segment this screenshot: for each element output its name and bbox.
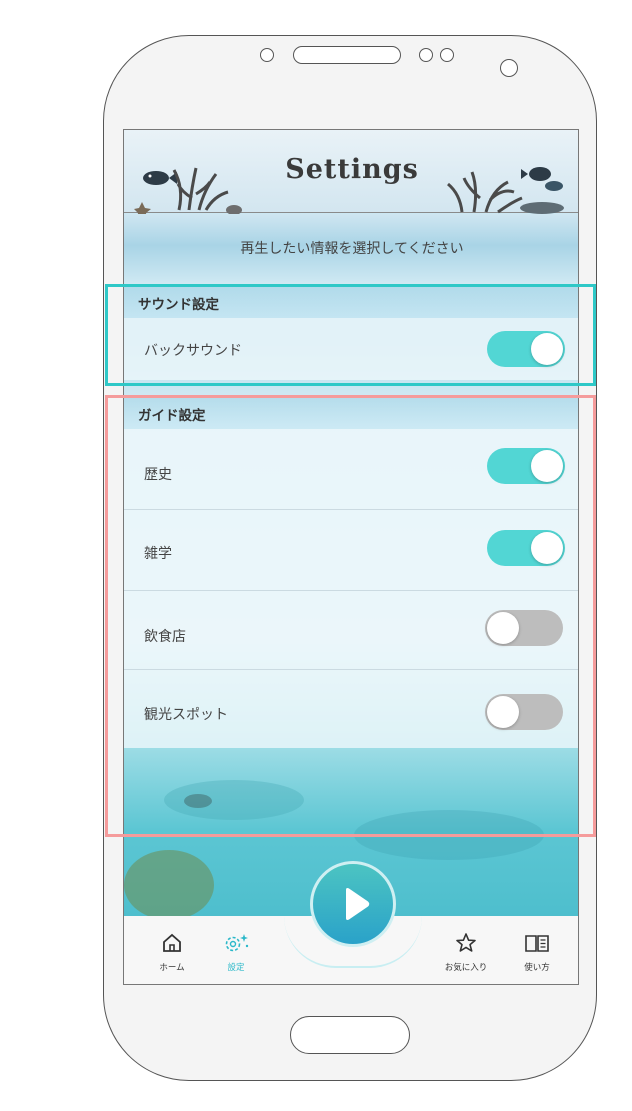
instruction-text: 再生したい情報を選択してください [240,241,464,257]
phone-camera [500,59,518,77]
tab-favorites[interactable]: お気に入り [436,931,496,973]
tab-home[interactable]: ホーム [142,931,202,973]
tab-settings[interactable]: 設定 [206,931,266,973]
star-icon [456,933,476,952]
coral-fish-decoration-icon [447,167,564,214]
phone-sensor [260,48,274,62]
header: Settings [124,130,578,214]
phone-sensor [419,48,433,62]
coral-fish-decoration-icon [134,167,242,214]
sound-settings-highlight [105,284,596,386]
tab-label: 設定 [227,963,245,973]
phone-speaker [293,46,401,64]
home-icon [163,933,181,952]
tab-label: ホーム [159,963,185,973]
tab-label: 使い方 [524,963,550,973]
tab-label: お気に入り [444,963,488,973]
gear-icon [225,934,249,952]
book-icon [525,935,549,952]
guide-settings-highlight [105,395,596,837]
coral-reef-texture [124,850,214,920]
play-button[interactable] [310,861,396,947]
play-icon [346,888,370,920]
phone-sensor [440,48,454,62]
phone-home-button[interactable] [290,1016,410,1054]
tab-howto[interactable]: 使い方 [507,931,567,973]
